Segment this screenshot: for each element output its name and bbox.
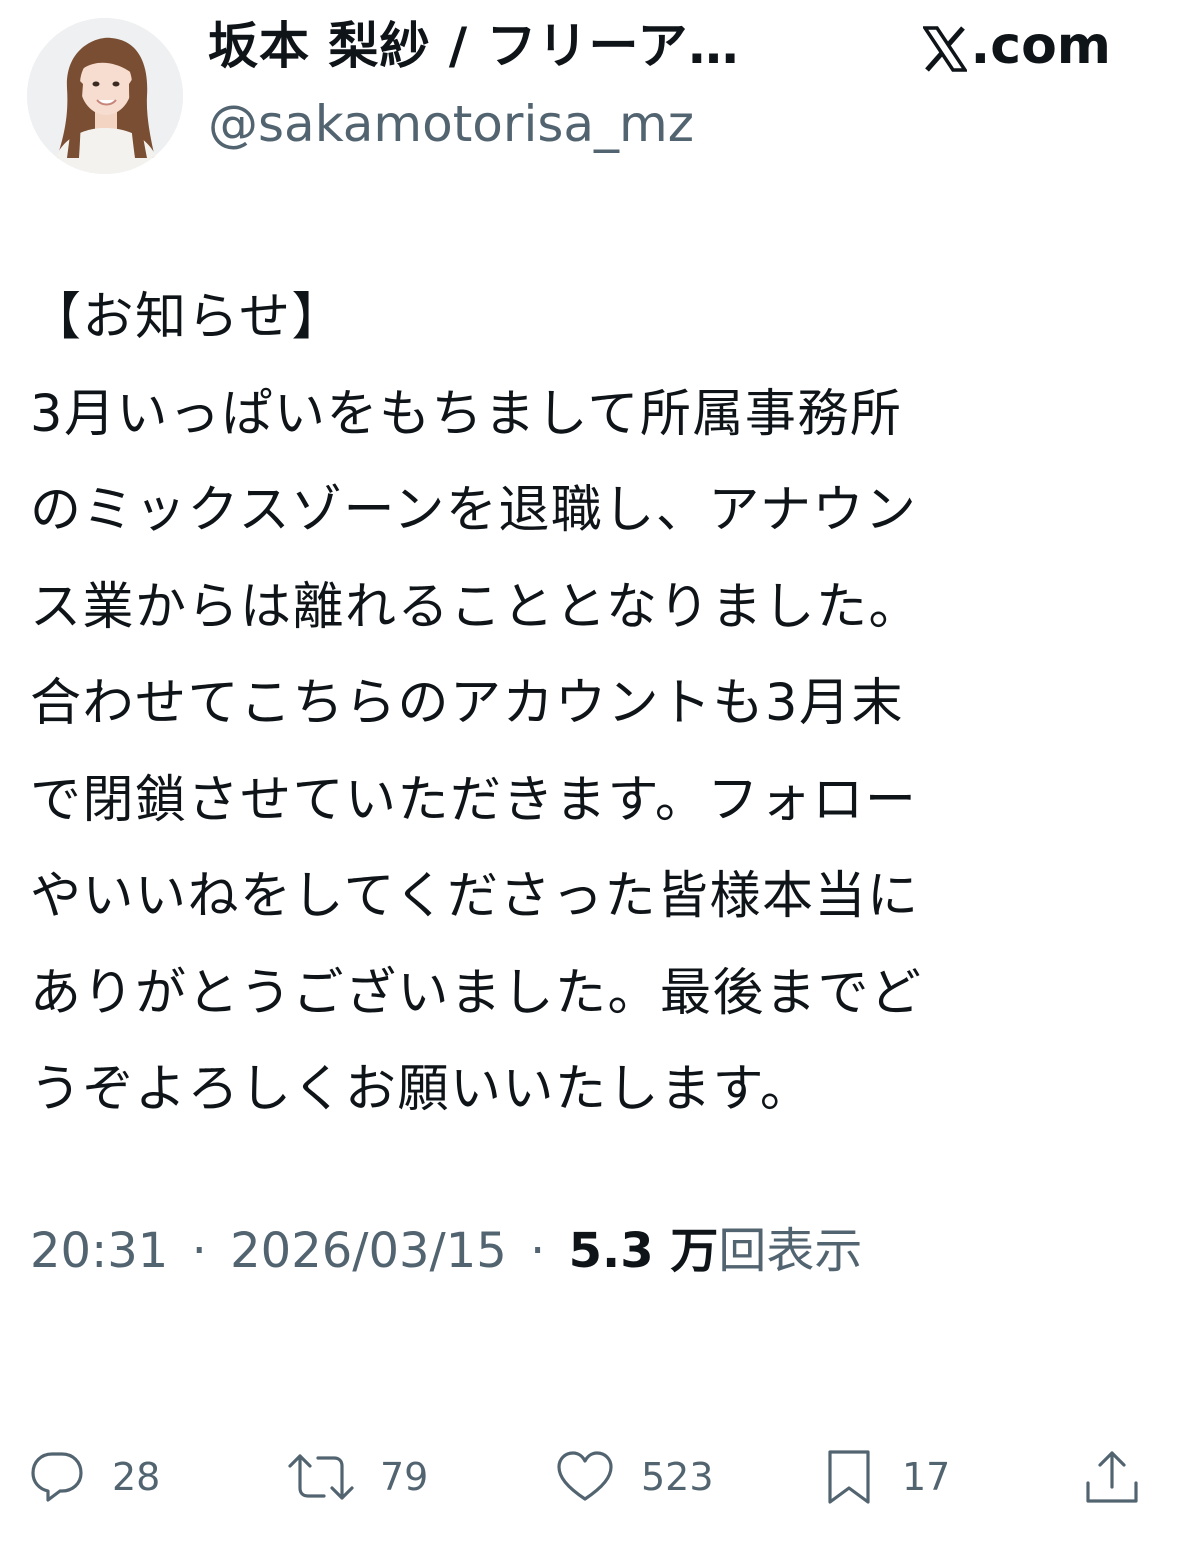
views-label: 回表示 bbox=[718, 1223, 863, 1279]
tweet-text: 【お知らせ】 3月いっぱいをもちまして所属事務所 のミックスゾーンを退職し、アナ… bbox=[30, 270, 1140, 1139]
retweet-button[interactable]: 79 bbox=[288, 1440, 428, 1514]
reply-count: 28 bbox=[112, 1455, 161, 1499]
post-date[interactable]: 2026/03/15 bbox=[230, 1223, 507, 1279]
tweet-line: のミックスゾーンを退職し、アナウン bbox=[30, 481, 918, 540]
source-x-com: .com bbox=[921, 14, 1112, 78]
meta-separator: · bbox=[530, 1223, 546, 1279]
heart-icon bbox=[557, 1451, 613, 1501]
tweet-line: ス業からは離れることとなりました。 bbox=[30, 577, 921, 637]
post-time[interactable]: 20:31 bbox=[30, 1223, 168, 1279]
like-button[interactable]: 523 bbox=[555, 1440, 714, 1514]
action-bar: 28 79 523 17 bbox=[0, 1440, 1179, 1514]
like-count: 523 bbox=[641, 1455, 714, 1499]
avatar[interactable] bbox=[27, 18, 183, 174]
meta-separator: · bbox=[191, 1223, 207, 1279]
tweet-line: で閉鎖させていただきます。フォロー bbox=[30, 770, 918, 830]
share-icon bbox=[1086, 1451, 1138, 1503]
tweet-line: ありがとうございました。最後までど bbox=[30, 963, 923, 1023]
retweet-icon bbox=[288, 1454, 354, 1500]
user-handle[interactable]: @sakamotorisa_mz bbox=[208, 92, 694, 156]
tweet-line: 3月いっぱいをもちまして所属事務所 bbox=[30, 384, 903, 444]
bookmark-button[interactable]: 17 bbox=[822, 1440, 950, 1514]
share-button[interactable] bbox=[1082, 1440, 1142, 1514]
tweet-meta: 20:31 · 2026/03/15 · 5.3 万回表示 bbox=[30, 1216, 862, 1286]
tweet-header: 坂本 梨紗 / フリーア… @sakamotorisa_mz .com bbox=[0, 0, 1179, 200]
tweet-line: うぞよろしくお願いいたします。 bbox=[30, 1060, 813, 1119]
tweet-line: 【お知らせ】 bbox=[30, 288, 344, 347]
tweet-line: 合わせてこちらのアカウントも3月末 bbox=[30, 674, 904, 733]
retweet-count: 79 bbox=[380, 1455, 429, 1499]
source-label: .com bbox=[970, 16, 1112, 76]
display-name[interactable]: 坂本 梨紗 / フリーア… bbox=[208, 14, 808, 78]
x-logo-icon bbox=[921, 23, 968, 72]
views-count: 5.3 万 bbox=[568, 1223, 719, 1279]
reply-button[interactable]: 28 bbox=[28, 1440, 160, 1514]
bookmark-count: 17 bbox=[902, 1455, 951, 1499]
reply-icon bbox=[31, 1452, 83, 1502]
tweet-line: やいいねをしてくださった皆様本当に bbox=[30, 867, 920, 926]
avatar-image bbox=[27, 18, 183, 174]
bookmark-icon bbox=[828, 1450, 870, 1504]
